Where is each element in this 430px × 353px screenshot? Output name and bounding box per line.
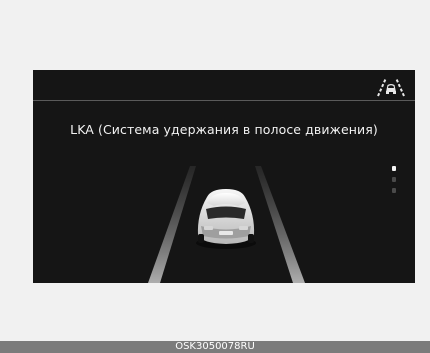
car-icon [196,189,256,249]
page-indicator [391,166,397,200]
page-dot-active [392,166,396,171]
figure-code: OSK3050078RU [0,341,430,353]
left-lane-line [148,166,196,283]
feature-title: LKA (Система удержания в полосе движения… [70,122,378,137]
lane-keeping-car-icon [377,77,405,97]
top-status-bar [33,70,415,100]
top-divider [33,100,415,101]
cluster-display: LKA (Система удержания в полосе движения… [33,70,415,283]
page-dot [392,188,396,193]
right-lane-line [255,166,305,283]
lane-keeping-illustration [148,166,305,283]
page-dot [392,177,396,182]
